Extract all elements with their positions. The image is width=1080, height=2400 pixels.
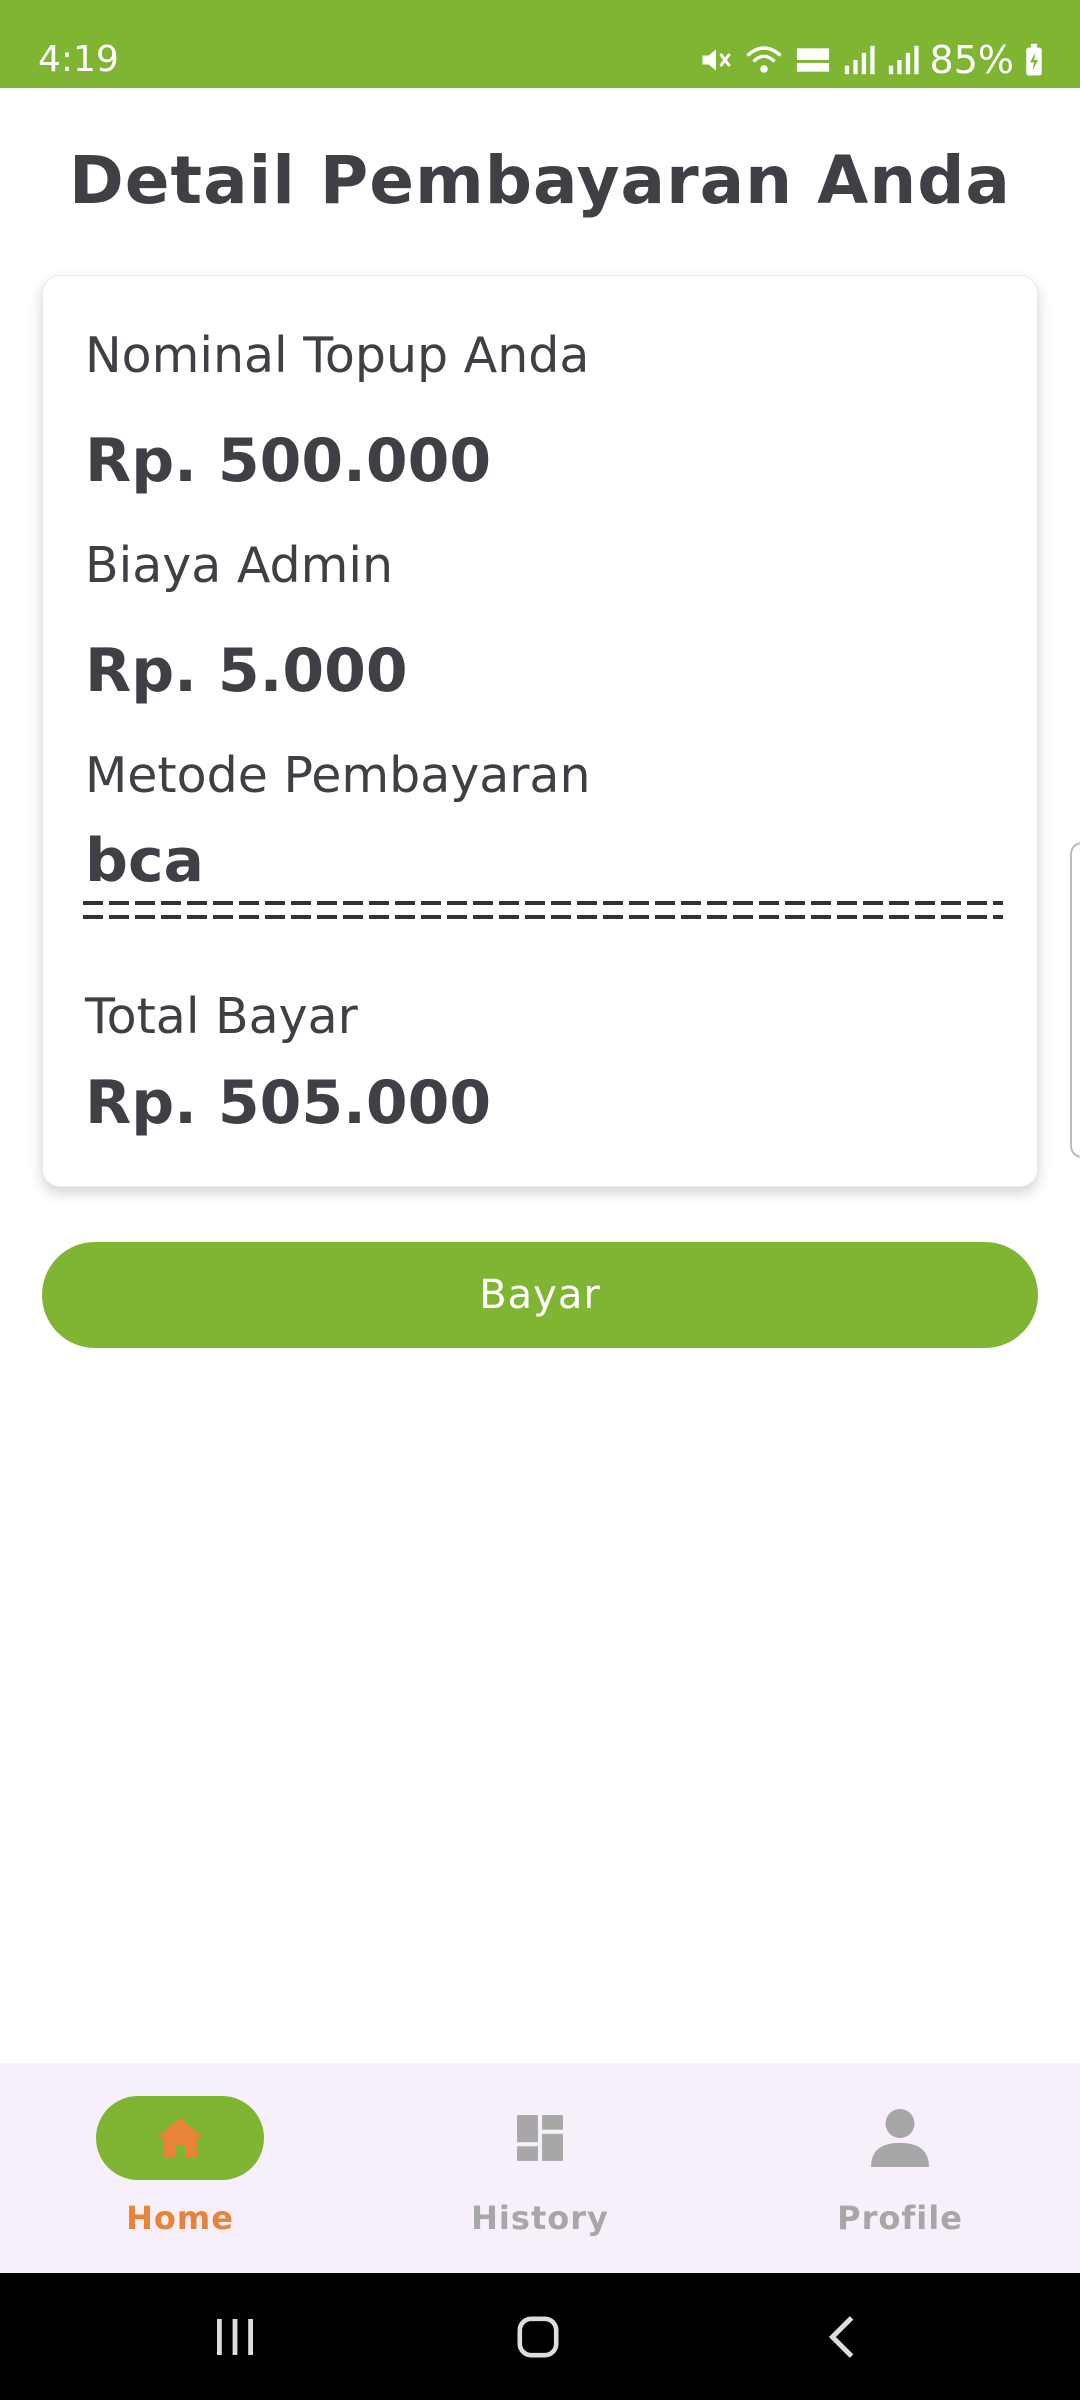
- topup-label: Nominal Topup Anda: [85, 327, 590, 384]
- total-label: Total Bayar: [85, 988, 358, 1045]
- admin-fee-amount: Rp. 5.000: [85, 636, 408, 706]
- back-icon: [828, 2315, 854, 2358]
- nav-item-profile[interactable]: Profile: [720, 2063, 1080, 2273]
- back-button[interactable]: [782, 2273, 902, 2400]
- home-circle-icon: [517, 2315, 559, 2358]
- payment-detail-card: Nominal Topup Anda Rp. 500.000 Biaya Adm…: [42, 275, 1038, 1187]
- nav-icon-container: [816, 2096, 984, 2180]
- nav-label-home: Home: [126, 2199, 234, 2237]
- topup-amount: Rp. 500.000: [85, 426, 492, 496]
- nav-label-history: History: [471, 2199, 609, 2237]
- recents-icon: [217, 2318, 253, 2355]
- recents-button[interactable]: [175, 2273, 295, 2400]
- edge-panel-handle[interactable]: [1070, 842, 1080, 1158]
- nav-active-indicator: [96, 2096, 264, 2180]
- page-title: Detail Pembayaran Anda: [69, 142, 1011, 219]
- payment-method-label: Metode Pembayaran: [85, 747, 591, 804]
- pay-button[interactable]: Bayar: [42, 1242, 1038, 1348]
- signal-icon-2: [888, 45, 919, 75]
- dashed-divider: [83, 901, 1003, 925]
- total-amount: Rp. 505.000: [85, 1068, 492, 1138]
- nav-item-history[interactable]: History: [360, 2063, 720, 2273]
- battery-charging-icon: [1026, 43, 1042, 76]
- nav-icon-container: [456, 2096, 624, 2180]
- wifi-icon: [745, 46, 782, 73]
- bottom-navigation: Home History Profile: [0, 2063, 1080, 2273]
- signal-icon: [844, 45, 875, 75]
- nav-item-home[interactable]: Home: [0, 2063, 360, 2273]
- battery-percent: 85%: [929, 38, 1014, 82]
- system-navigation-bar: [0, 2273, 1080, 2400]
- payment-method-value: bca: [85, 826, 205, 896]
- home-system-button[interactable]: [478, 2273, 598, 2400]
- status-time: 4:19: [38, 39, 119, 80]
- mute-icon: [702, 49, 731, 71]
- volte-icon: [796, 48, 829, 72]
- nav-label-profile: Profile: [837, 2199, 963, 2237]
- person-icon: [871, 2109, 929, 2167]
- admin-fee-label: Biaya Admin: [85, 537, 394, 594]
- status-bar: 4:19 85%: [0, 0, 1080, 88]
- dashboard-icon: [517, 2115, 563, 2161]
- status-icons: 85%: [698, 36, 1044, 84]
- home-icon: [156, 2118, 204, 2158]
